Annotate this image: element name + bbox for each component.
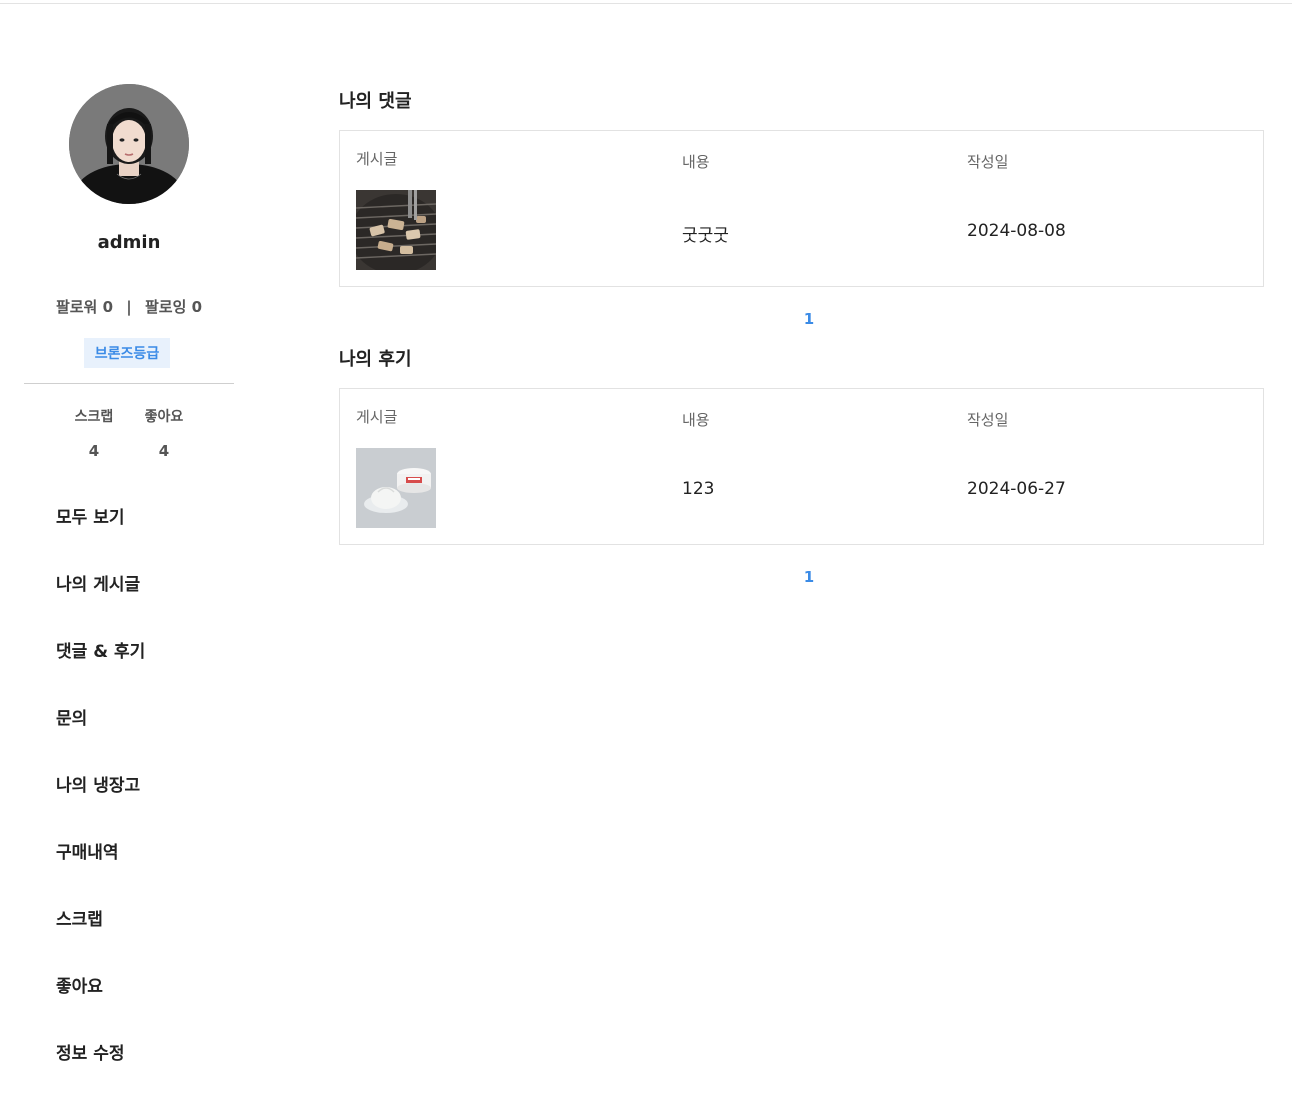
comment-content: 굿굿굿 [682,226,729,246]
review-content: 123 [682,479,715,499]
reviews-table: 게시글 내용 작성일 123 2024-06-27 [339,388,1264,545]
follower-label[interactable]: 팔로워 [56,298,97,316]
avatar[interactable] [69,84,189,204]
avatar-portrait-image [69,84,189,204]
column-header-date: 작성일 [967,153,1009,171]
sidebar-menu: 모두 보기 나의 게시글 댓글 & 후기 문의 나의 냉장고 구매내역 스크랩 … [56,505,145,1108]
review-date: 2024-06-27 [967,479,1066,499]
like-stat-label: 좋아요 [144,409,184,425]
sidebar-item-scrap[interactable]: 스크랩 [56,907,145,974]
column-header-post: 게시글 [356,150,398,168]
grilled-meat-image [356,190,436,270]
sidebar-item-likes[interactable]: 좋아요 [56,974,145,1041]
scrap-stat-value: 4 [88,442,100,460]
follow-stats: 팔로워 0 | 팔로잉 0 [24,296,234,317]
sidebar-item-my-posts[interactable]: 나의 게시글 [56,572,145,639]
like-stat[interactable]: 좋아요 4 [134,406,194,460]
grade-badge: 브론즈등급 [84,338,170,368]
username: admin [97,232,161,253]
comment-post-thumbnail[interactable] [356,190,436,270]
comments-page-1[interactable]: 1 [800,310,818,328]
sidebar-item-comments-reviews[interactable]: 댓글 & 후기 [56,639,145,706]
column-header-date: 작성일 [967,411,1009,429]
like-stat-value: 4 [158,442,170,460]
reviews-page-1[interactable]: 1 [800,568,818,586]
column-header-content: 내용 [682,153,710,171]
sidebar-item-purchases[interactable]: 구매내역 [56,840,145,907]
following-label[interactable]: 팔로잉 [145,298,186,316]
reviews-section-title: 나의 후기 [339,349,412,370]
comments-table: 게시글 내용 작성일 굿굿굿 2024-08-08 [339,130,1264,287]
sidebar-divider [24,383,234,384]
comments-section-title: 나의 댓글 [339,91,412,112]
sidebar-item-all[interactable]: 모두 보기 [56,505,145,572]
column-header-post: 게시글 [356,408,398,426]
follow-separator: | [126,298,132,316]
sidebar-item-my-fridge[interactable]: 나의 냉장고 [56,773,145,840]
top-divider [0,3,1292,4]
review-post-thumbnail[interactable] [356,448,436,528]
burrata-cheese-image [356,448,436,528]
following-count[interactable]: 0 [192,298,202,316]
scrap-stat[interactable]: 스크랩 4 [64,406,124,460]
scrap-stat-label: 스크랩 [74,409,114,425]
comment-date: 2024-08-08 [967,221,1066,241]
sidebar-item-inquiry[interactable]: 문의 [56,706,145,773]
follower-count[interactable]: 0 [103,298,113,316]
column-header-content: 내용 [682,411,710,429]
